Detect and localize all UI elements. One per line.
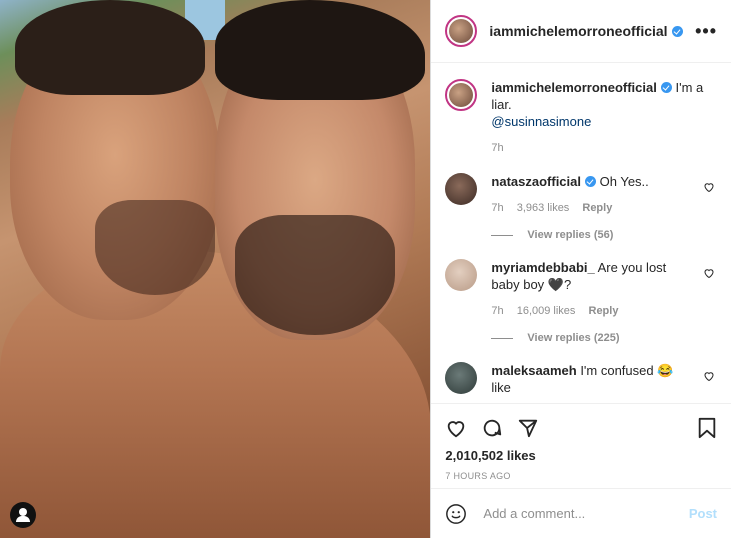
reply-button[interactable]: Reply xyxy=(589,305,619,317)
comment-avatar[interactable] xyxy=(445,362,478,394)
emoji-smiley-icon[interactable] xyxy=(445,503,467,525)
comment-avatar[interactable] xyxy=(445,259,478,291)
photo-hair-left xyxy=(15,0,205,95)
comment-username[interactable]: nataszaofficial xyxy=(491,174,581,189)
instagram-post: iammichelemorroneofficial ••• iammichele… xyxy=(0,0,731,538)
view-replies-button[interactable]: View replies (225) xyxy=(491,332,717,344)
post-sidebar: iammichelemorroneofficial ••• iammichele… xyxy=(430,0,731,538)
comment-likes[interactable]: 16,009 likes xyxy=(517,305,576,317)
caption-avatar[interactable] xyxy=(445,79,478,111)
caption-time[interactable]: 7h xyxy=(491,142,503,154)
photo-hair-right xyxy=(215,0,425,100)
caption-mention-link[interactable]: @susinnasimone xyxy=(491,114,591,129)
post-header: iammichelemorroneofficial ••• xyxy=(431,0,731,63)
comment-time[interactable]: 7h xyxy=(491,202,503,214)
like-comment-heart-icon[interactable] xyxy=(703,181,717,196)
reply-button[interactable]: Reply xyxy=(582,202,612,214)
verified-badge-icon xyxy=(585,176,596,187)
comment-item: maleksaameh I'm confused 😂 like xyxy=(445,362,717,396)
user-tag-icon[interactable] xyxy=(10,502,36,528)
caption: iammichelemorroneofficial I'm a liar. @s… xyxy=(445,79,717,157)
likes-count[interactable]: 2,010,502 likes xyxy=(445,448,717,463)
view-replies-button[interactable]: View replies (56) xyxy=(491,229,717,241)
like-comment-heart-icon[interactable] xyxy=(703,370,717,385)
comment-text: Oh Yes.. xyxy=(599,174,649,189)
comment-item: nataszaofficial Oh Yes.. 7h 3,963 likes … xyxy=(445,173,717,217)
comment-username[interactable]: myriamdebbabi_ xyxy=(491,260,594,275)
comment-time[interactable]: 7h xyxy=(491,305,503,317)
verified-badge-icon xyxy=(660,82,672,93)
comment-bubble-icon[interactable] xyxy=(481,417,503,439)
caption-username[interactable]: iammichelemorroneofficial xyxy=(491,80,656,95)
photo-beard-left xyxy=(95,200,215,295)
add-comment-input[interactable] xyxy=(481,505,689,522)
save-bookmark-icon[interactable] xyxy=(697,417,717,439)
author-avatar[interactable] xyxy=(445,15,478,47)
share-paper-plane-icon[interactable] xyxy=(517,417,539,439)
comment-avatar[interactable] xyxy=(445,173,478,205)
post-timestamp[interactable]: 7 HOURS AGO xyxy=(445,471,717,481)
post-comment-button[interactable]: Post xyxy=(689,506,717,521)
add-comment-bar: Post xyxy=(431,488,731,538)
verified-badge-icon xyxy=(671,26,683,37)
photo-beard-right xyxy=(235,215,395,335)
comments-list[interactable]: iammichelemorroneofficial I'm a liar. @s… xyxy=(431,63,731,403)
post-actions: 2,010,502 likes 7 HOURS AGO xyxy=(431,403,731,488)
comment-likes[interactable]: 3,963 likes xyxy=(517,202,570,214)
like-comment-heart-icon[interactable] xyxy=(703,267,717,282)
more-options-button[interactable]: ••• xyxy=(695,21,717,42)
author-username[interactable]: iammichelemorroneofficial xyxy=(489,23,683,39)
comment-username[interactable]: maleksaameh xyxy=(491,363,576,378)
comment-item: myriamdebbabi_ Are you lost baby boy 🖤? … xyxy=(445,259,717,320)
like-heart-icon[interactable] xyxy=(445,417,467,439)
post-photo[interactable] xyxy=(0,0,431,538)
